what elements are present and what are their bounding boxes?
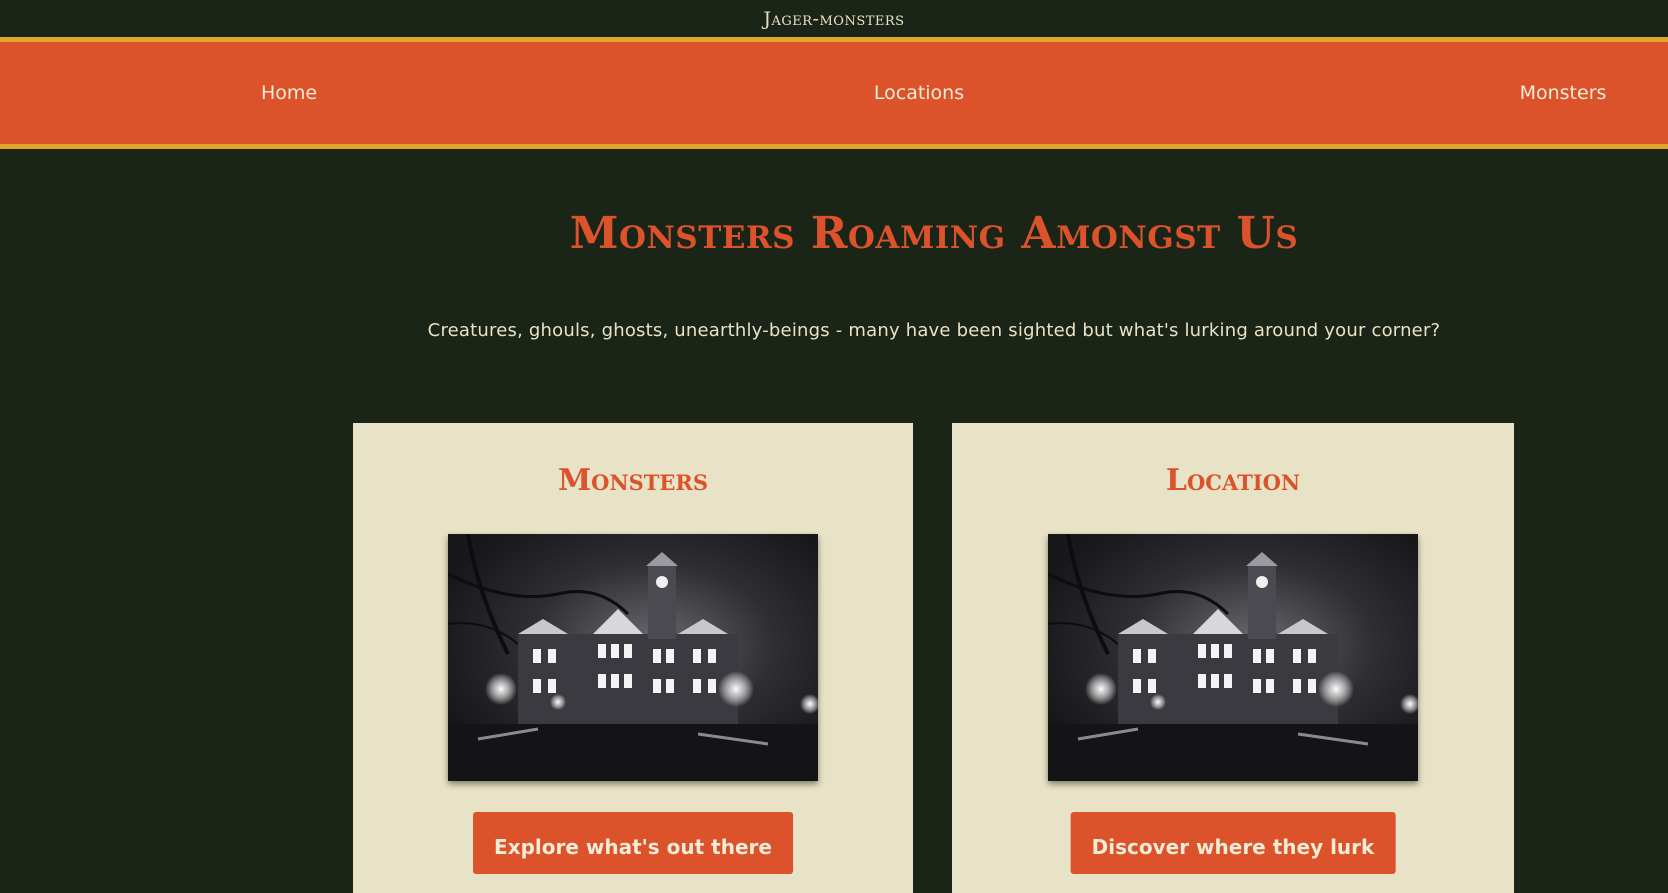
hero-title: Monsters Roaming Amongst Us	[569, 208, 1299, 259]
location-card: Location Discover where they lurk	[952, 423, 1514, 893]
card-title-monsters: Monsters	[557, 463, 709, 498]
hero-subtitle: Creatures, ghouls, ghosts, unearthly-bei…	[427, 320, 1441, 341]
explore-button[interactable]: Explore what's out there	[473, 812, 793, 874]
haunted-building-photo	[448, 534, 818, 781]
discover-button[interactable]: Discover where they lurk	[1070, 812, 1396, 874]
nav-link-locations[interactable]: Locations	[874, 82, 964, 104]
nav-link-home[interactable]: Home	[261, 82, 317, 104]
haunted-building-photo	[1048, 534, 1418, 781]
site-brand[interactable]: Jager-monsters	[763, 8, 904, 30]
top-bar: Jager-monsters	[0, 0, 1668, 37]
nav-link-monsters[interactable]: Monsters	[1520, 82, 1607, 104]
monsters-card: Monsters Explore what's out there	[353, 423, 913, 893]
main-nav: Home Locations Monsters	[0, 37, 1668, 149]
card-title-location: Location	[1165, 463, 1301, 498]
